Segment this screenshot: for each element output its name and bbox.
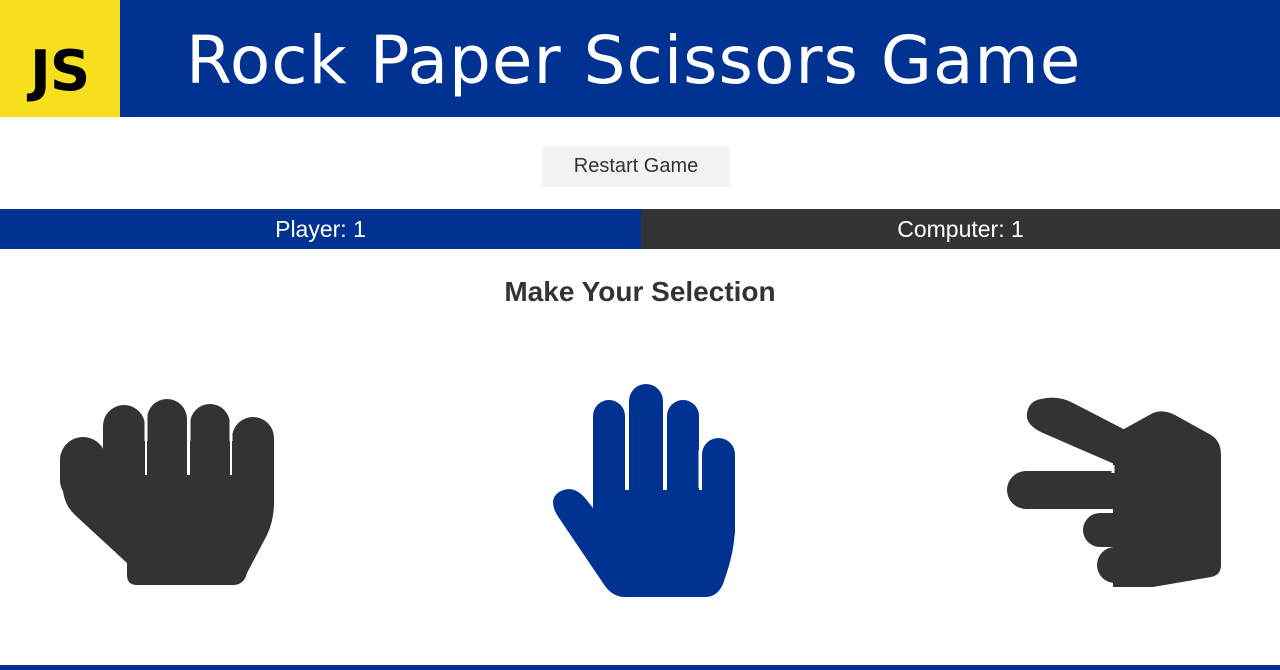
- computer-score-bar: Computer: 1: [641, 209, 1280, 249]
- player-score-bar: Player: 1: [0, 209, 641, 249]
- bottom-border: [0, 665, 1280, 670]
- hand-rock-icon: [60, 399, 274, 585]
- restart-game-button[interactable]: Restart Game: [542, 146, 730, 187]
- page: JS Rock Paper Scissors Game Restart Game…: [0, 0, 1280, 670]
- hand-scissors-icon: [1007, 397, 1221, 587]
- computer-score: Computer: 1: [897, 215, 1024, 242]
- choice-scissors[interactable]: [1003, 395, 1228, 590]
- js-logo: JS: [0, 0, 120, 117]
- choice-paper[interactable]: [545, 380, 740, 602]
- selection-prompt: Make Your Selection: [504, 276, 776, 307]
- header-banner: JS Rock Paper Scissors Game: [0, 0, 1280, 117]
- player-score: Player: 1: [275, 215, 366, 242]
- page-title: Rock Paper Scissors Game: [186, 22, 1082, 99]
- js-logo-text: JS: [30, 39, 90, 104]
- choice-rock[interactable]: [55, 395, 280, 590]
- hand-paper-icon: [553, 384, 735, 597]
